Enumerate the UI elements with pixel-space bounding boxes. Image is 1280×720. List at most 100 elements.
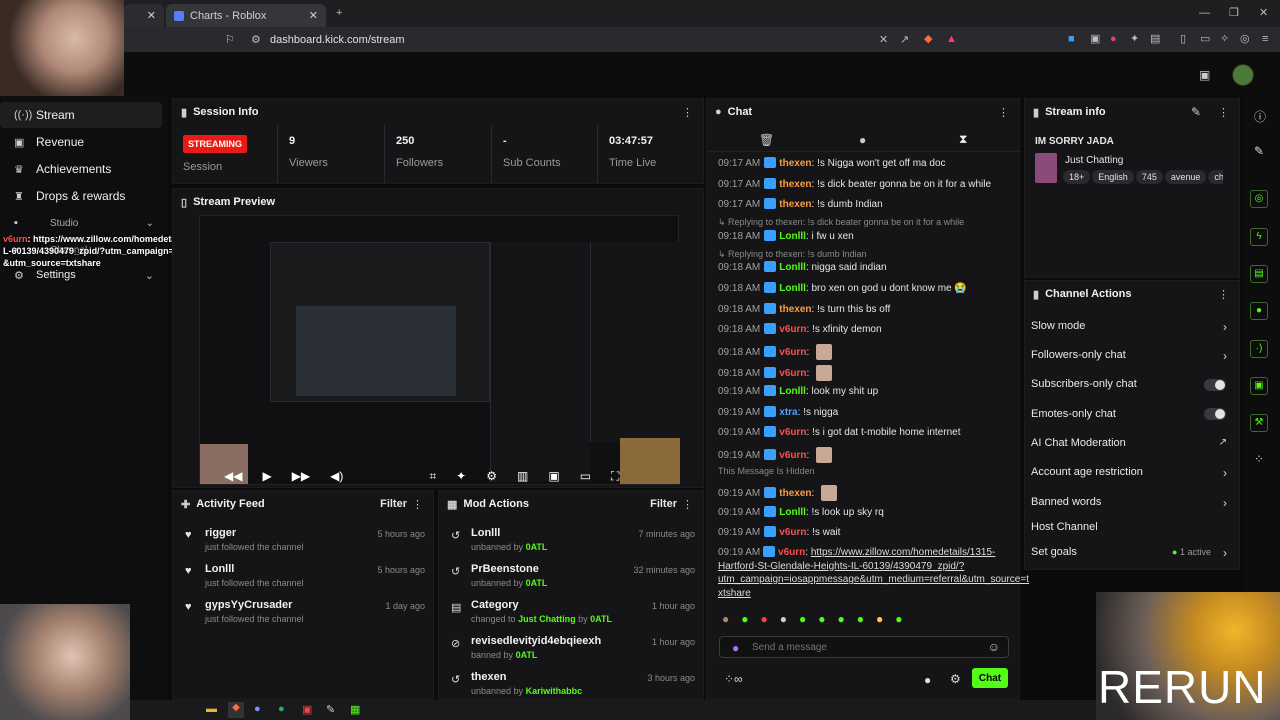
- chat-input[interactable]: [752, 639, 982, 655]
- spotify-icon[interactable]: ●: [278, 703, 285, 715]
- chat-username[interactable]: v6urn: [779, 527, 806, 538]
- emotes-only-toggle[interactable]: [1204, 408, 1226, 420]
- url-text[interactable]: dashboard.kick.com/stream: [270, 34, 405, 46]
- followers-only-item[interactable]: Followers-only chat ›: [1031, 349, 1227, 363]
- vpn-icon[interactable]: ◎: [1240, 33, 1250, 45]
- account-age-item[interactable]: Account age restriction ›: [1031, 466, 1227, 480]
- site-info-icon[interactable]: ⚙: [251, 34, 261, 46]
- mod-username[interactable]: 0ATL: [590, 614, 612, 624]
- chat-username[interactable]: thexen: [779, 304, 811, 315]
- emote-icon[interactable]: ●: [818, 612, 825, 628]
- extension-icon[interactable]: ▣: [1090, 33, 1100, 45]
- rewards-icon[interactable]: ▲: [946, 33, 957, 45]
- tab-roblox[interactable]: Charts - Roblox ✕: [166, 4, 326, 27]
- mod-username[interactable]: 0ATL: [516, 650, 538, 660]
- slow-mode-item[interactable]: Slow mode ›: [1031, 320, 1227, 334]
- mod-username[interactable]: Just Chatting: [518, 614, 576, 624]
- video-player[interactable]: ◀◀ ▶ ▶▶ ◀) ⌗ ✦ ⚙ ▥ ▣ ▭ ⛶: [199, 215, 680, 485]
- camera-icon[interactable]: ◎: [1250, 190, 1268, 208]
- kebab-menu-icon[interactable]: ⋮: [682, 106, 693, 119]
- tag[interactable]: ch: [1208, 170, 1223, 184]
- gear-icon[interactable]: ⚙: [950, 672, 961, 686]
- tag[interactable]: English: [1092, 170, 1134, 184]
- cast-icon[interactable]: ▭: [580, 469, 591, 483]
- ai-moderation-item[interactable]: AI Chat Moderation ↗: [1031, 437, 1227, 449]
- chat-link[interactable]: xtshare: [718, 588, 751, 599]
- mic-icon[interactable]: ●: [732, 641, 739, 655]
- app-icon[interactable]: ▣: [302, 703, 312, 716]
- apps-icon[interactable]: ⁘: [1254, 452, 1264, 466]
- play-icon[interactable]: ▶: [262, 469, 271, 483]
- extension-icon[interactable]: ▤: [1150, 33, 1160, 45]
- sidebar-toggle-icon[interactable]: ▯: [1180, 33, 1186, 45]
- chat-username[interactable]: Lonlll: [779, 386, 806, 397]
- pip-icon[interactable]: ▣: [548, 469, 559, 483]
- settings-icon[interactable]: ⚙: [486, 469, 497, 483]
- tag[interactable]: 18+: [1063, 170, 1091, 184]
- chat-link[interactable]: Hartford-St-Glendale-Heights-IL-60139/43…: [718, 561, 964, 572]
- close-tab-icon[interactable]: ✕: [147, 9, 156, 22]
- subscribers-only-toggle[interactable]: [1204, 379, 1226, 391]
- document-icon[interactable]: ▤: [1250, 265, 1268, 283]
- mod-username[interactable]: Kariwithabbc: [526, 686, 583, 696]
- tag[interactable]: 745: [1135, 170, 1163, 184]
- tag[interactable]: avenue: [1164, 170, 1207, 184]
- chat-link[interactable]: https://www.zillow.com/homedetails/1315-: [811, 547, 996, 558]
- chat-username[interactable]: thexen: [779, 158, 811, 169]
- emote-icon[interactable]: ●: [799, 612, 806, 628]
- mod-username[interactable]: 0ATL: [526, 542, 548, 552]
- avatar[interactable]: [1232, 64, 1254, 86]
- filter-button[interactable]: Filter: [650, 498, 677, 510]
- chat-username[interactable]: thexen: [779, 179, 811, 190]
- fullscreen-icon[interactable]: ⛶: [611, 469, 619, 484]
- chat-username[interactable]: Lonlll: [779, 262, 806, 273]
- chat-username[interactable]: v6urn: [779, 368, 806, 379]
- tab-kick[interactable]: ✕: [124, 4, 164, 27]
- picture-in-picture-icon[interactable]: ▣: [1199, 68, 1210, 82]
- chat-username[interactable]: v6urn: [779, 450, 806, 461]
- restore-icon[interactable]: ❐: [1229, 7, 1239, 19]
- kebab-menu-icon[interactable]: ⋮: [682, 498, 693, 511]
- chat-username[interactable]: v6urn: [779, 347, 806, 358]
- chat-username[interactable]: xtra: [779, 407, 797, 418]
- new-tab-icon[interactable]: +: [336, 7, 342, 19]
- info-icon[interactable]: ⓘ: [1254, 108, 1266, 125]
- emote-icon[interactable]: ●: [761, 612, 768, 628]
- lightning-icon[interactable]: ϟ: [1250, 228, 1268, 246]
- trash-icon[interactable]: 🗑: [759, 133, 774, 147]
- sidebar-item-stream[interactable]: ((·)) Stream: [0, 102, 162, 128]
- bookmark-icon[interactable]: ⚐: [225, 34, 235, 46]
- kebab-menu-icon[interactable]: ⋮: [1218, 106, 1229, 119]
- puzzle-icon[interactable]: ✦: [1130, 33, 1139, 45]
- set-goals-item[interactable]: Set goals ● 1 active ›: [1031, 546, 1227, 560]
- volume-icon[interactable]: ◀): [330, 469, 343, 483]
- emote-icon[interactable]: ●: [876, 612, 883, 628]
- extension-icon[interactable]: ●: [1110, 33, 1117, 45]
- chat-username[interactable]: Lonlll: [779, 283, 806, 294]
- folder-icon[interactable]: ▬: [206, 703, 217, 715]
- filter-button[interactable]: Filter: [380, 498, 407, 510]
- chat-username[interactable]: v6urn: [778, 547, 805, 558]
- chat-bubble-icon[interactable]: ●: [859, 133, 866, 147]
- emote-icon[interactable]: ●: [838, 612, 845, 628]
- theater-icon[interactable]: ▥: [517, 469, 528, 483]
- emote-icon[interactable]: ●: [741, 612, 748, 628]
- chat-username[interactable]: Lonlll: [779, 507, 806, 518]
- notepad-icon[interactable]: ✎: [326, 703, 335, 716]
- kick-icon[interactable]: ▦: [350, 703, 360, 716]
- kebab-menu-icon[interactable]: ⋮: [412, 498, 423, 511]
- mod-username[interactable]: 0ATL: [526, 578, 548, 588]
- chat-bubble-icon[interactable]: ●: [924, 673, 931, 687]
- minimize-icon[interactable]: —: [1199, 7, 1210, 19]
- discord-icon[interactable]: ●: [254, 703, 261, 715]
- chat-username[interactable]: Lonlll: [779, 231, 806, 242]
- kebab-menu-icon[interactable]: ⋮: [1218, 288, 1229, 301]
- extension-icon[interactable]: ✧: [1220, 33, 1229, 45]
- wallet-icon[interactable]: ▭: [1200, 33, 1210, 45]
- kebab-menu-icon[interactable]: ⋮: [998, 106, 1009, 119]
- brave-shield-icon[interactable]: ◆: [924, 33, 932, 45]
- sidebar-item-drops[interactable]: ♜ Drops & rewards: [0, 183, 162, 209]
- rewind-icon[interactable]: ◀◀: [224, 469, 242, 483]
- chat-link[interactable]: utm_campaign=iosappmessage&utm_medium=re…: [718, 574, 1029, 585]
- sidebar-item-revenue[interactable]: ▣ Revenue: [0, 129, 162, 155]
